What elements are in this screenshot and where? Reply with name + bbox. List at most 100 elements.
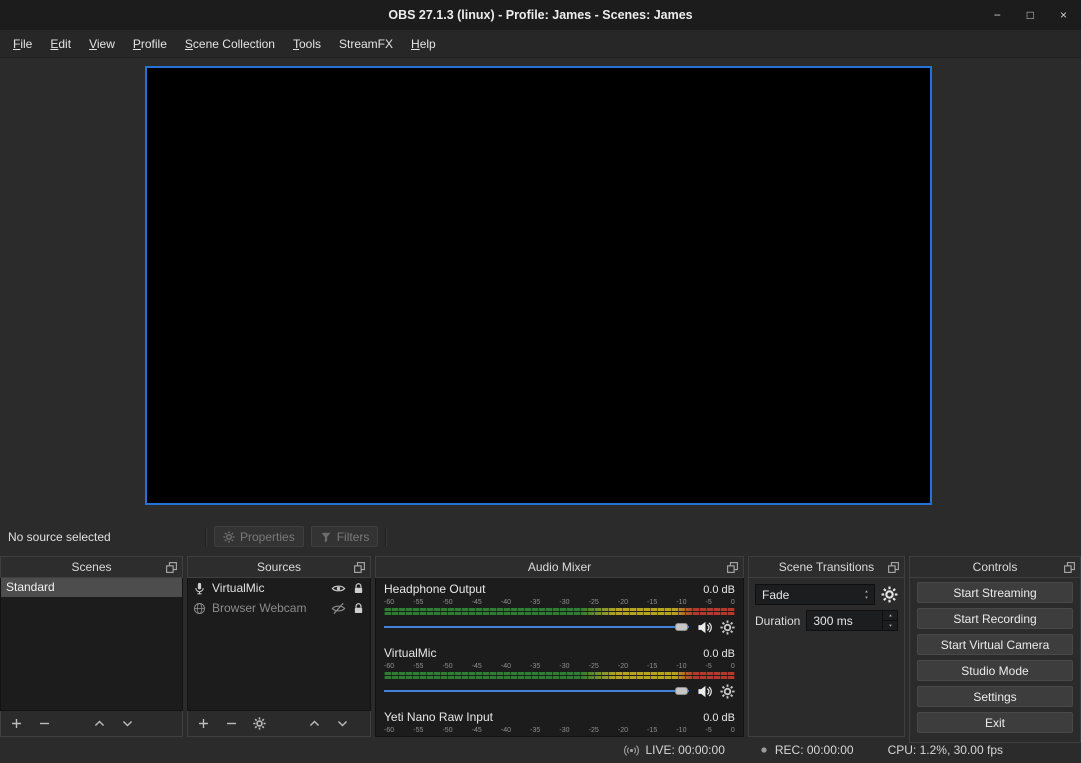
combo-spinner[interactable]	[859, 585, 874, 604]
popout-icon[interactable]	[887, 561, 900, 574]
controls-body: Start Streaming Start Recording Start Vi…	[909, 578, 1081, 743]
controls-title: Controls	[973, 560, 1018, 574]
menu-streamfx[interactable]: StreamFX	[330, 32, 402, 56]
tick-label: -20	[618, 598, 628, 607]
add-source-button[interactable]	[197, 717, 210, 730]
visibility-eye-icon[interactable]	[331, 581, 346, 596]
triangle-down-icon	[887, 623, 894, 628]
sources-header: Sources	[187, 556, 371, 578]
volume-slider[interactable]	[384, 619, 689, 635]
spin-down-button[interactable]	[883, 621, 897, 630]
scene-down-button[interactable]	[121, 717, 134, 730]
maximize-button[interactable]: □	[1027, 8, 1034, 22]
menu-profile[interactable]: Profile	[124, 32, 176, 56]
close-button[interactable]: ×	[1060, 8, 1067, 22]
window-title: OBS 27.1.3 (linux) - Profile: James - Sc…	[0, 0, 1081, 30]
exit-button[interactable]: Exit	[917, 712, 1073, 733]
channel-name: Yeti Nano Raw Input	[384, 710, 493, 724]
tick-label: -10	[676, 726, 686, 735]
tick-label: -45	[472, 662, 482, 671]
scenes-panel: Scenes Standard	[0, 556, 183, 737]
audio-mixer-panel: Audio Mixer Headphone Output 0.0 dB -60-…	[375, 556, 744, 737]
tick-label: -60	[384, 662, 394, 671]
slider-handle[interactable]	[675, 687, 688, 695]
titlebar[interactable]: OBS 27.1.3 (linux) - Profile: James - Sc…	[0, 0, 1081, 30]
minimize-button[interactable]: −	[994, 8, 1001, 22]
tick-label: -55	[413, 662, 423, 671]
menu-scene-collection[interactable]: Scene Collection	[176, 32, 284, 56]
settings-button[interactable]: Settings	[917, 686, 1073, 707]
preview-canvas[interactable]	[145, 66, 932, 505]
tick-label: -10	[676, 598, 686, 607]
filters-label: Filters	[337, 530, 370, 544]
live-status: LIVE: 00:00:00	[624, 743, 724, 758]
start-streaming-button[interactable]: Start Streaming	[917, 582, 1073, 603]
meter-scale: -60-55-50-45-40-35-30-25-20-15-10-50	[384, 662, 735, 671]
spin-up-button[interactable]	[883, 611, 897, 621]
popout-icon[interactable]	[1063, 561, 1076, 574]
scenes-title: Scenes	[71, 560, 111, 574]
scenes-header: Scenes	[0, 556, 183, 578]
duration-label: Duration	[755, 614, 800, 628]
scene-up-button[interactable]	[93, 717, 106, 730]
source-toolbar: No source selected Properties Filters	[0, 523, 1081, 550]
tick-label: -5	[706, 662, 712, 671]
speaker-icon[interactable]	[697, 620, 712, 635]
tick-label: -25	[589, 598, 599, 607]
menu-view[interactable]: View	[80, 32, 124, 56]
tick-label: -30	[559, 598, 569, 607]
tick-label: -15	[647, 662, 657, 671]
menu-file[interactable]: File	[4, 32, 41, 56]
tick-label: 0	[731, 598, 735, 607]
transition-gear-button[interactable]	[881, 586, 898, 603]
audio-mixer-header: Audio Mixer	[375, 556, 744, 578]
volume-row	[384, 619, 735, 635]
tick-label: -15	[647, 598, 657, 607]
lock-icon[interactable]	[352, 602, 365, 615]
source-properties-gear-button[interactable]	[253, 717, 266, 730]
transition-select[interactable]: Fade	[755, 584, 875, 605]
tick-label: -55	[413, 598, 423, 607]
volume-slider[interactable]	[384, 683, 689, 699]
controls-header: Controls	[909, 556, 1081, 578]
menu-tools[interactable]: Tools	[284, 32, 330, 56]
spinbox-buttons	[882, 611, 897, 630]
duration-spinbox[interactable]: 300 ms	[806, 610, 898, 631]
remove-scene-button[interactable]	[38, 717, 51, 730]
broadcast-icon	[624, 743, 639, 758]
gear-icon[interactable]	[720, 620, 735, 635]
visibility-eye-off-icon[interactable]	[331, 601, 346, 616]
channel-level: 0.0 dB	[703, 712, 735, 724]
scene-item-standard[interactable]: Standard	[1, 578, 182, 597]
tick-label: -30	[559, 662, 569, 671]
slider-track	[384, 690, 689, 692]
source-up-button[interactable]	[308, 717, 321, 730]
speaker-icon[interactable]	[697, 684, 712, 699]
source-item-virtualmic[interactable]: VirtualMic	[188, 578, 370, 598]
lock-icon[interactable]	[352, 582, 365, 595]
properties-button[interactable]: Properties	[214, 526, 304, 547]
popout-icon[interactable]	[165, 561, 178, 574]
add-scene-button[interactable]	[10, 717, 23, 730]
tick-label: -40	[501, 598, 511, 607]
duration-value: 300 ms	[813, 614, 852, 628]
performance-stats: CPU: 1.2%, 30.00 fps	[888, 743, 1003, 757]
cpu-fps-text: CPU: 1.2%, 30.00 fps	[888, 743, 1003, 757]
remove-source-button[interactable]	[225, 717, 238, 730]
studio-mode-button[interactable]: Studio Mode	[917, 660, 1073, 681]
source-item-browser-webcam[interactable]: Browser Webcam	[188, 598, 370, 618]
source-down-button[interactable]	[336, 717, 349, 730]
start-virtual-camera-button[interactable]: Start Virtual Camera	[917, 634, 1073, 655]
start-recording-button[interactable]: Start Recording	[917, 608, 1073, 629]
meter-scale: -60-55-50-45-40-35-30-25-20-15-10-50	[384, 598, 735, 607]
menu-edit[interactable]: Edit	[41, 32, 80, 56]
dock-area: Scenes Standard Sources VirtualMic	[0, 556, 1081, 737]
menubar: File Edit View Profile Scene Collection …	[0, 30, 1081, 58]
menu-help[interactable]: Help	[402, 32, 445, 56]
popout-icon[interactable]	[353, 561, 366, 574]
popout-icon[interactable]	[726, 561, 739, 574]
rec-status: REC: 00:00:00	[759, 743, 854, 757]
filters-button[interactable]: Filters	[311, 526, 379, 547]
gear-icon[interactable]	[720, 684, 735, 699]
slider-handle[interactable]	[675, 623, 688, 631]
